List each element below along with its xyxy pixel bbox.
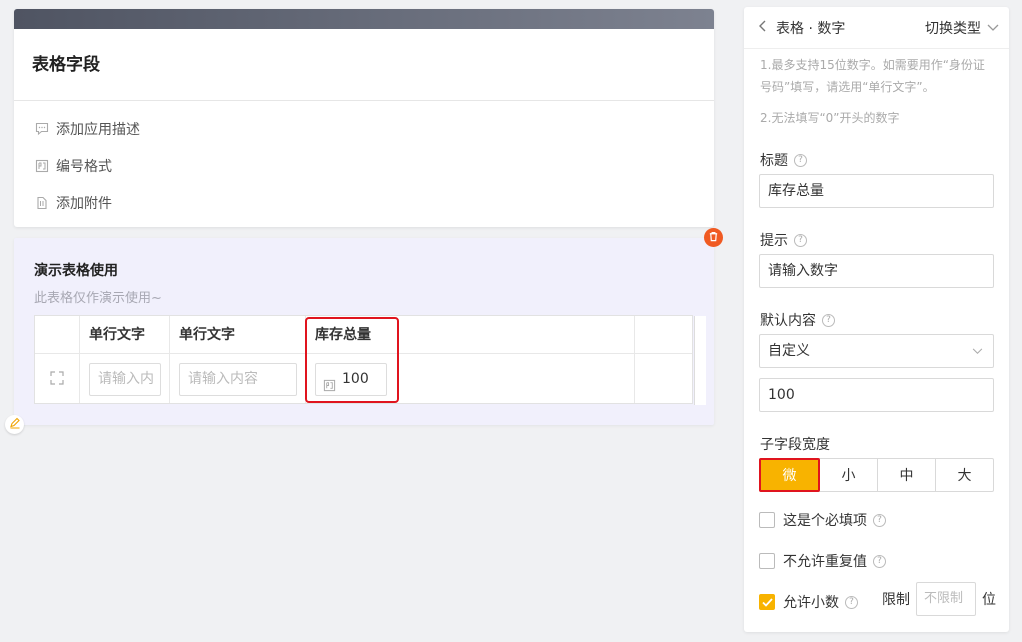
number-icon	[323, 373, 336, 392]
default-label: 默认内容 ?	[760, 310, 835, 330]
form-actions: 添加应用描述 编号格式 添加附件	[14, 101, 714, 221]
form-header-card: 表格字段 添加应用描述 编号格式 添加附件	[14, 9, 714, 227]
decimal-limit: 限制 不限制 位	[882, 582, 996, 616]
default-label-text: 默认内容	[760, 313, 816, 329]
demo-table-description: 此表格仅作演示使用~	[34, 291, 162, 306]
attachment-icon	[34, 195, 50, 211]
width-label: 子字段宽度	[760, 437, 830, 453]
cell-text-input-2[interactable]: 请输入内容	[179, 363, 297, 396]
hint-label: 提示 ?	[760, 230, 807, 250]
width-option-medium[interactable]: 中	[878, 459, 936, 491]
number-format-icon	[34, 158, 50, 174]
edit-field-button[interactable]	[5, 415, 24, 434]
help-icon[interactable]: ?	[873, 554, 886, 568]
panel-title: 表格 · 数字	[776, 20, 846, 37]
add-description-button[interactable]: 添加应用描述	[14, 110, 714, 147]
switch-type-dropdown[interactable]: 切换类型	[925, 18, 999, 38]
demo-table-title: 演示表格使用	[34, 263, 118, 279]
hint-input[interactable]: 请输入数字	[759, 254, 994, 288]
column-header-3[interactable]: 库存总量	[305, 316, 371, 354]
help-icon[interactable]: ?	[822, 313, 835, 327]
title-label-text: 标题	[760, 153, 788, 169]
column-header-2: 单行文字	[179, 327, 235, 343]
decimal-label: 允许小数	[783, 595, 839, 611]
delete-field-button[interactable]	[704, 228, 723, 247]
properties-panel: 表格 · 数字 切换类型 1.最多支持15位数字。如需要用作“身份证号码”填写，…	[744, 7, 1009, 632]
default-type-value: 自定义	[768, 343, 810, 359]
number-format-label: 编号格式	[56, 158, 112, 175]
help-icon[interactable]: ?	[873, 513, 886, 527]
decimal-checkbox[interactable]	[759, 594, 775, 610]
required-label: 这是个必填项	[783, 513, 867, 529]
panel-header: 表格 · 数字 切换类型	[744, 7, 1009, 49]
check-icon	[761, 597, 773, 607]
note-1: 1.最多支持15位数字。如需要用作“身份证号码”填写，请选用“单行文字”。	[760, 58, 985, 94]
width-option-tiny[interactable]: 微	[759, 458, 820, 492]
limit-label: 限制	[882, 592, 910, 608]
pencil-icon	[9, 417, 21, 433]
required-option[interactable]: 这是个必填项 ?	[759, 510, 886, 530]
add-attachment-button[interactable]: 添加附件	[14, 184, 714, 221]
title-input[interactable]: 库存总量	[759, 174, 994, 208]
width-segmented-control: 微 小 中 大	[759, 458, 994, 492]
switch-type-label: 切换类型	[925, 20, 981, 37]
chevron-down-icon	[987, 20, 999, 36]
comment-icon	[34, 121, 50, 137]
demo-table-card[interactable]: 演示表格使用 此表格仅作演示使用~ 单行文字 单行文字 库存总量 请输入内 请输…	[14, 238, 714, 425]
help-icon[interactable]: ?	[794, 233, 807, 247]
hint-label-text: 提示	[760, 233, 788, 249]
decimal-option[interactable]: 允许小数 ?	[759, 592, 858, 612]
form-banner	[14, 9, 714, 29]
default-value-input[interactable]: 100	[759, 378, 994, 412]
number-format-button[interactable]: 编号格式	[14, 147, 714, 184]
required-checkbox[interactable]	[759, 512, 775, 528]
trash-icon	[708, 230, 719, 246]
unique-option[interactable]: 不允许重复值 ?	[759, 551, 886, 571]
field-notes: 1.最多支持15位数字。如需要用作“身份证号码”填写，请选用“单行文字”。 2.…	[744, 49, 1009, 129]
form-title[interactable]: 表格字段	[14, 29, 714, 101]
unique-label: 不允许重复值	[783, 554, 867, 570]
limit-input[interactable]: 不限制	[916, 582, 976, 616]
expand-icon[interactable]	[50, 371, 64, 385]
default-type-select[interactable]: 自定义	[759, 334, 994, 368]
width-option-small[interactable]: 小	[820, 459, 878, 491]
title-label: 标题 ?	[760, 150, 807, 170]
note-2: 2.无法填写“0”开头的数字	[760, 111, 900, 125]
column-header-1: 单行文字	[89, 327, 145, 343]
limit-unit: 位	[982, 592, 996, 608]
help-icon[interactable]: ?	[794, 153, 807, 167]
unique-checkbox[interactable]	[759, 553, 775, 569]
cell-text-input-1[interactable]: 请输入内	[89, 363, 161, 396]
chevron-left-icon[interactable]	[758, 20, 774, 36]
column-divider	[634, 316, 635, 403]
cell-number-input[interactable]: 100	[315, 363, 387, 396]
chevron-down-icon	[972, 335, 983, 367]
add-attachment-label: 添加附件	[56, 195, 112, 212]
cell-number-value: 100	[342, 371, 369, 387]
demo-table: 单行文字 单行文字 库存总量 请输入内 请输入内容 100	[34, 315, 706, 405]
table-scrollbar[interactable]	[694, 316, 706, 405]
add-description-label: 添加应用描述	[56, 121, 140, 138]
help-icon[interactable]: ?	[845, 595, 858, 609]
width-option-large[interactable]: 大	[936, 459, 993, 491]
